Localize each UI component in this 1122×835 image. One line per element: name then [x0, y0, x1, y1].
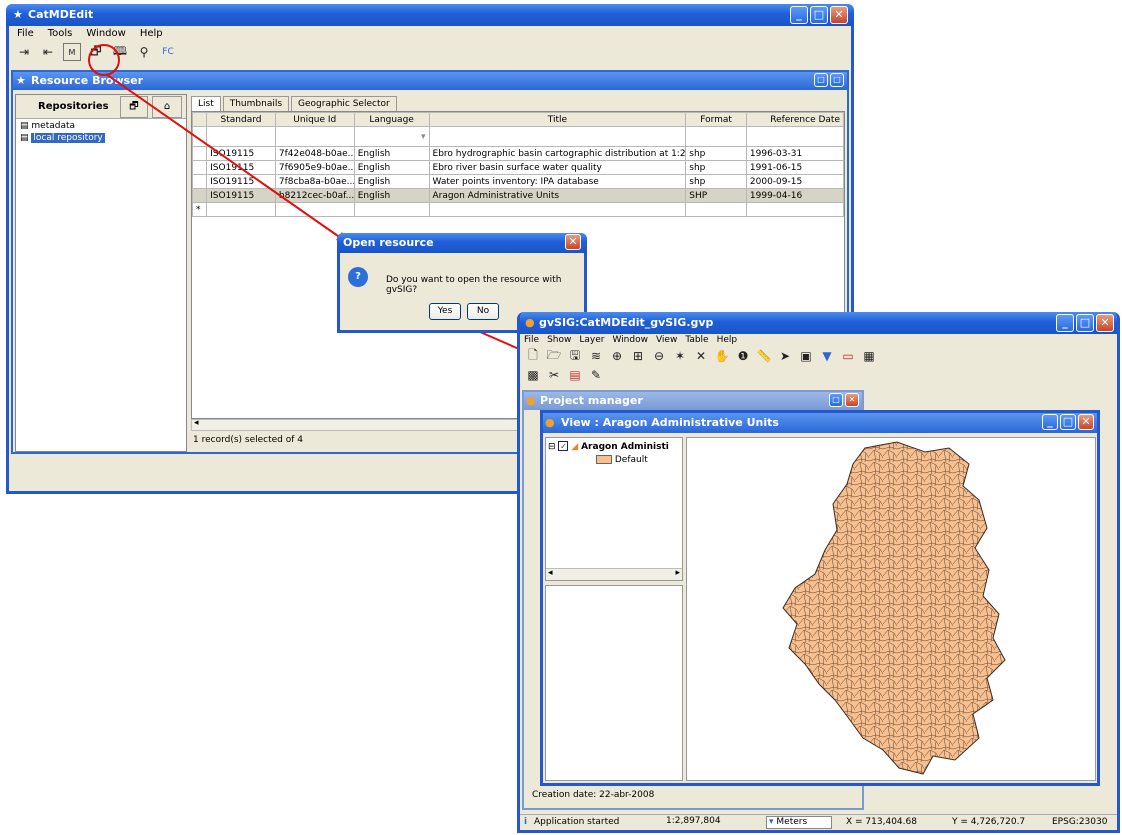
- info-icon[interactable]: ❶: [734, 347, 752, 365]
- yes-button[interactable]: Yes: [429, 303, 461, 320]
- gvsig-minimize-button[interactable]: _: [1056, 314, 1074, 332]
- gvsig-statusbar: i Application started 1:2,897,804 ▾ Mete…: [520, 814, 1117, 830]
- gvsig-window: ● gvSIG:CatMDEdit_gvSIG.gvp _ □ ✕ File S…: [517, 312, 1120, 833]
- tools-icon[interactable]: ✂: [545, 366, 563, 384]
- scale-input[interactable]: 1:2,897,804: [666, 816, 721, 826]
- gvsig-maximize-button[interactable]: □: [1076, 314, 1094, 332]
- table-icon[interactable]: ▦: [860, 347, 878, 365]
- dialog-close-button[interactable]: ✕: [565, 234, 581, 250]
- pm-close-button[interactable]: ✕: [845, 393, 859, 407]
- dialog-title: Open resource: [343, 236, 434, 249]
- new-icon[interactable]: 🗋: [524, 347, 542, 365]
- view-maximize-button[interactable]: □: [1060, 414, 1076, 430]
- units-select[interactable]: ▾ Meters: [766, 816, 832, 829]
- zoom-in-icon[interactable]: ⊕: [608, 347, 626, 365]
- save-icon[interactable]: 🖫: [566, 347, 584, 365]
- view-titlebar[interactable]: ● View : Aragon Administrative Units _ □…: [543, 413, 1097, 433]
- toc-panel: ⊟ ✓ ◢ Aragon Administi Default ◂ ▸: [545, 437, 683, 581]
- aragon-outline: [782, 441, 1006, 775]
- gvsig-title: gvSIG:CatMDEdit_gvSIG.gvp: [539, 316, 714, 329]
- creation-date: Creation date: 22-abr-2008: [532, 790, 655, 800]
- layer-type-icon: ◢: [571, 442, 579, 452]
- scroll-right-icon[interactable]: ▸: [675, 568, 680, 578]
- dialog-message: Do you want to open the resource with gv…: [386, 275, 562, 295]
- question-icon: ?: [348, 267, 368, 287]
- view-gvsig-icon: ●: [545, 416, 555, 429]
- view-minimize-button[interactable]: _: [1042, 414, 1058, 430]
- aragon-map-shape: [782, 441, 1006, 775]
- gvsig-menu-file[interactable]: File: [524, 335, 539, 345]
- rectangle-icon[interactable]: ▭: [839, 347, 857, 365]
- gvsig-menubar: File Show Layer Window View Table Help: [520, 334, 1117, 346]
- full-extent-icon[interactable]: ✶: [671, 347, 689, 365]
- collapse-icon[interactable]: ⊟: [548, 442, 556, 452]
- y-coordinate: Y = 4,726,720.7: [952, 817, 1026, 827]
- x-coordinate: X = 713,404.68: [846, 817, 917, 827]
- gvsig-toolbar-2: ▩ ✂ ▤ ✎: [520, 366, 1117, 384]
- map-canvas[interactable]: [686, 437, 1096, 781]
- annotation-circle-toolbar: [88, 44, 120, 76]
- status-message: Application started: [534, 817, 620, 827]
- gvsig-titlebar[interactable]: ● gvSIG:CatMDEdit_gvSIG.gvp _ □ ✕: [520, 312, 1117, 334]
- pointer-icon[interactable]: ➤: [776, 347, 794, 365]
- layer-visibility-checkbox[interactable]: ✓: [558, 441, 569, 451]
- grid-icon[interactable]: ▩: [524, 366, 542, 384]
- pdf-icon[interactable]: ▤: [566, 366, 584, 384]
- gvsig-menu-window[interactable]: Window: [612, 335, 648, 345]
- project-manager-title: Project manager: [540, 394, 643, 407]
- open-folder-icon[interactable]: 🗁: [545, 347, 563, 365]
- measure-icon[interactable]: 📏: [755, 347, 773, 365]
- epsg-code: EPSG:23030: [1052, 817, 1108, 827]
- legend-swatch: [596, 455, 612, 464]
- scroll-left-icon[interactable]: ◂: [548, 568, 553, 578]
- gvsig-menu-view[interactable]: View: [656, 335, 677, 345]
- gvsig-small-icon: ●: [526, 394, 536, 407]
- layer-name: Aragon Administi: [581, 442, 669, 452]
- legend-item: Default: [546, 455, 682, 465]
- gvsig-menu-show[interactable]: Show: [547, 335, 571, 345]
- gvsig-logo-icon: ●: [525, 316, 535, 329]
- pm-maximize-button[interactable]: □: [829, 393, 843, 407]
- view-frame: ● View : Aragon Administrative Units _ □…: [540, 410, 1100, 786]
- zoom-window-icon[interactable]: ⊞: [629, 347, 647, 365]
- toc-layer-item[interactable]: ⊟ ✓ ◢ Aragon Administi: [546, 438, 682, 455]
- add-layer-icon[interactable]: ≋: [587, 347, 605, 365]
- info-status-icon: i: [524, 817, 528, 827]
- no-button[interactable]: No: [467, 303, 499, 320]
- gvsig-menu-layer[interactable]: Layer: [579, 335, 604, 345]
- gvsig-toolbar-1: 🗋 🗁 🖫 ≋ ⊕ ⊞ ⊖ ✶ ✕ ✋ ❶ 📏 ➤ ▣ ▼ ▭ ▦: [520, 346, 1117, 366]
- gvsig-menu-help[interactable]: Help: [717, 335, 738, 345]
- annotation-arrow-to-dialog: [105, 73, 349, 244]
- view-title: View : Aragon Administrative Units: [561, 416, 779, 429]
- zoom-select-icon[interactable]: ✕: [692, 347, 710, 365]
- gvsig-menu-table[interactable]: Table: [685, 335, 708, 345]
- select-icon[interactable]: ▣: [797, 347, 815, 365]
- gvsig-close-button[interactable]: ✕: [1096, 314, 1114, 332]
- zoom-out-icon[interactable]: ⊖: [650, 347, 668, 365]
- view-close-button[interactable]: ✕: [1078, 414, 1094, 430]
- pan-icon[interactable]: ✋: [713, 347, 731, 365]
- toc-scrollbar[interactable]: ◂ ▸: [546, 568, 682, 580]
- dialog-titlebar[interactable]: Open resource ✕: [337, 233, 587, 253]
- locator-panel: [545, 585, 683, 781]
- units-dropdown-icon: ▾: [769, 817, 774, 827]
- filter-icon[interactable]: ▼: [818, 347, 836, 365]
- project-manager-titlebar[interactable]: ● Project manager □ ✕: [524, 392, 862, 410]
- edit-icon[interactable]: ✎: [587, 366, 605, 384]
